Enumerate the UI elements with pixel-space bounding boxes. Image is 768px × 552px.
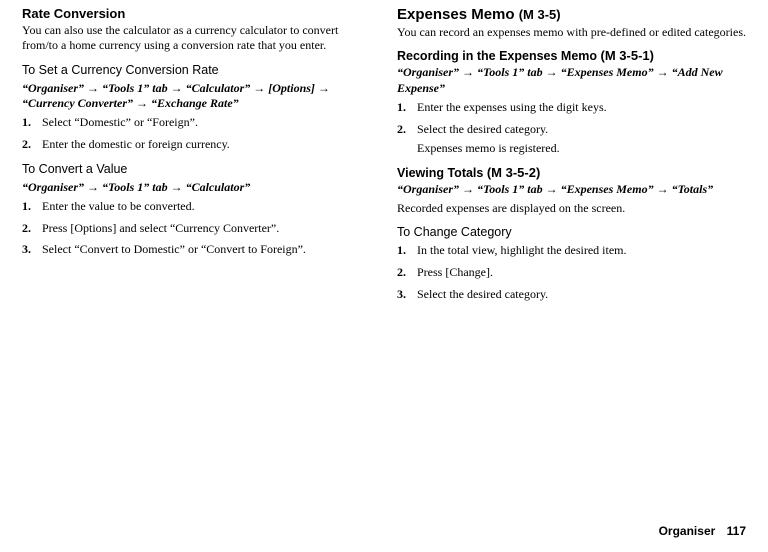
step-text: Select the desired category.	[417, 122, 548, 136]
list-item: 2.Press [Change].	[397, 265, 746, 281]
expenses-memo-heading: Expenses Memo (M 3-5)	[397, 6, 746, 23]
recording-nav: “Organiser” → “Tools 1” tab → “Expenses …	[397, 65, 746, 96]
heading-text: Expenses Memo	[397, 6, 515, 23]
convert-value-nav: “Organiser” → “Tools 1” tab → “Calculato…	[22, 180, 371, 195]
expenses-memo-intro: You can record an expenses memo with pre…	[397, 25, 746, 40]
heading-text: Recording in the Expenses Memo	[397, 49, 597, 63]
set-rate-subheading: To Set a Currency Conversion Rate	[22, 62, 371, 78]
recording-heading: Recording in the Expenses Memo (M 3-5-1)	[397, 48, 746, 63]
heading-code: (M 3-5-2)	[487, 165, 540, 180]
convert-value-steps: 1.Enter the value to be converted. 2.Pre…	[22, 199, 371, 258]
set-rate-steps: 1.Select “Domestic” or “Foreign”. 2.Ente…	[22, 115, 371, 152]
step-text: Select the desired category.	[417, 287, 548, 301]
viewing-totals-heading: Viewing Totals (M 3-5-2)	[397, 165, 746, 180]
page-footer: Organiser 117	[659, 524, 746, 538]
right-column: Expenses Memo (M 3-5) You can record an …	[397, 6, 746, 308]
viewing-totals-nav: “Organiser” → “Tools 1” tab → “Expenses …	[397, 182, 746, 197]
recording-note: Expenses memo is registered.	[417, 141, 746, 156]
step-text: Select “Convert to Domestic” or “Convert…	[42, 242, 306, 256]
footer-section: Organiser	[659, 524, 716, 538]
footer-page-number: 117	[727, 524, 746, 538]
list-item: 1.Enter the value to be converted.	[22, 199, 371, 215]
recording-steps: 1.Enter the expenses using the digit key…	[397, 100, 746, 137]
convert-value-subheading: To Convert a Value	[22, 161, 371, 177]
list-item: 1.Select “Domestic” or “Foreign”.	[22, 115, 371, 131]
step-text: Select “Domestic” or “Foreign”.	[42, 115, 198, 129]
list-item: 3.Select the desired category.	[397, 287, 746, 303]
rate-conversion-intro: You can also use the calculator as a cur…	[22, 23, 371, 54]
change-category-steps: 1.In the total view, highlight the desir…	[397, 243, 746, 302]
step-text: Enter the domestic or foreign currency.	[42, 137, 230, 151]
heading-text: Viewing Totals	[397, 166, 483, 180]
step-text: Press [Options] and select “Currency Con…	[42, 221, 279, 235]
rate-conversion-heading: Rate Conversion	[22, 6, 371, 21]
step-text: Press [Change].	[417, 265, 493, 279]
viewing-totals-desc: Recorded expenses are displayed on the s…	[397, 201, 746, 216]
step-text: Enter the expenses using the digit keys.	[417, 100, 607, 114]
step-text: In the total view, highlight the desired…	[417, 243, 627, 257]
list-item: 2.Enter the domestic or foreign currency…	[22, 137, 371, 153]
step-text: Enter the value to be converted.	[42, 199, 195, 213]
set-rate-nav: “Organiser” → “Tools 1” tab → “Calculato…	[22, 81, 371, 112]
list-item: 1.In the total view, highlight the desir…	[397, 243, 746, 259]
list-item: 3.Select “Convert to Domestic” or “Conve…	[22, 242, 371, 258]
heading-code: (M 3-5-1)	[601, 48, 654, 63]
change-category-subheading: To Change Category	[397, 224, 746, 240]
list-item: 2.Press [Options] and select “Currency C…	[22, 221, 371, 237]
list-item: 2.Select the desired category.	[397, 122, 746, 138]
list-item: 1.Enter the expenses using the digit key…	[397, 100, 746, 116]
heading-code: (M 3-5)	[519, 7, 561, 22]
left-column: Rate Conversion You can also use the cal…	[22, 6, 371, 308]
